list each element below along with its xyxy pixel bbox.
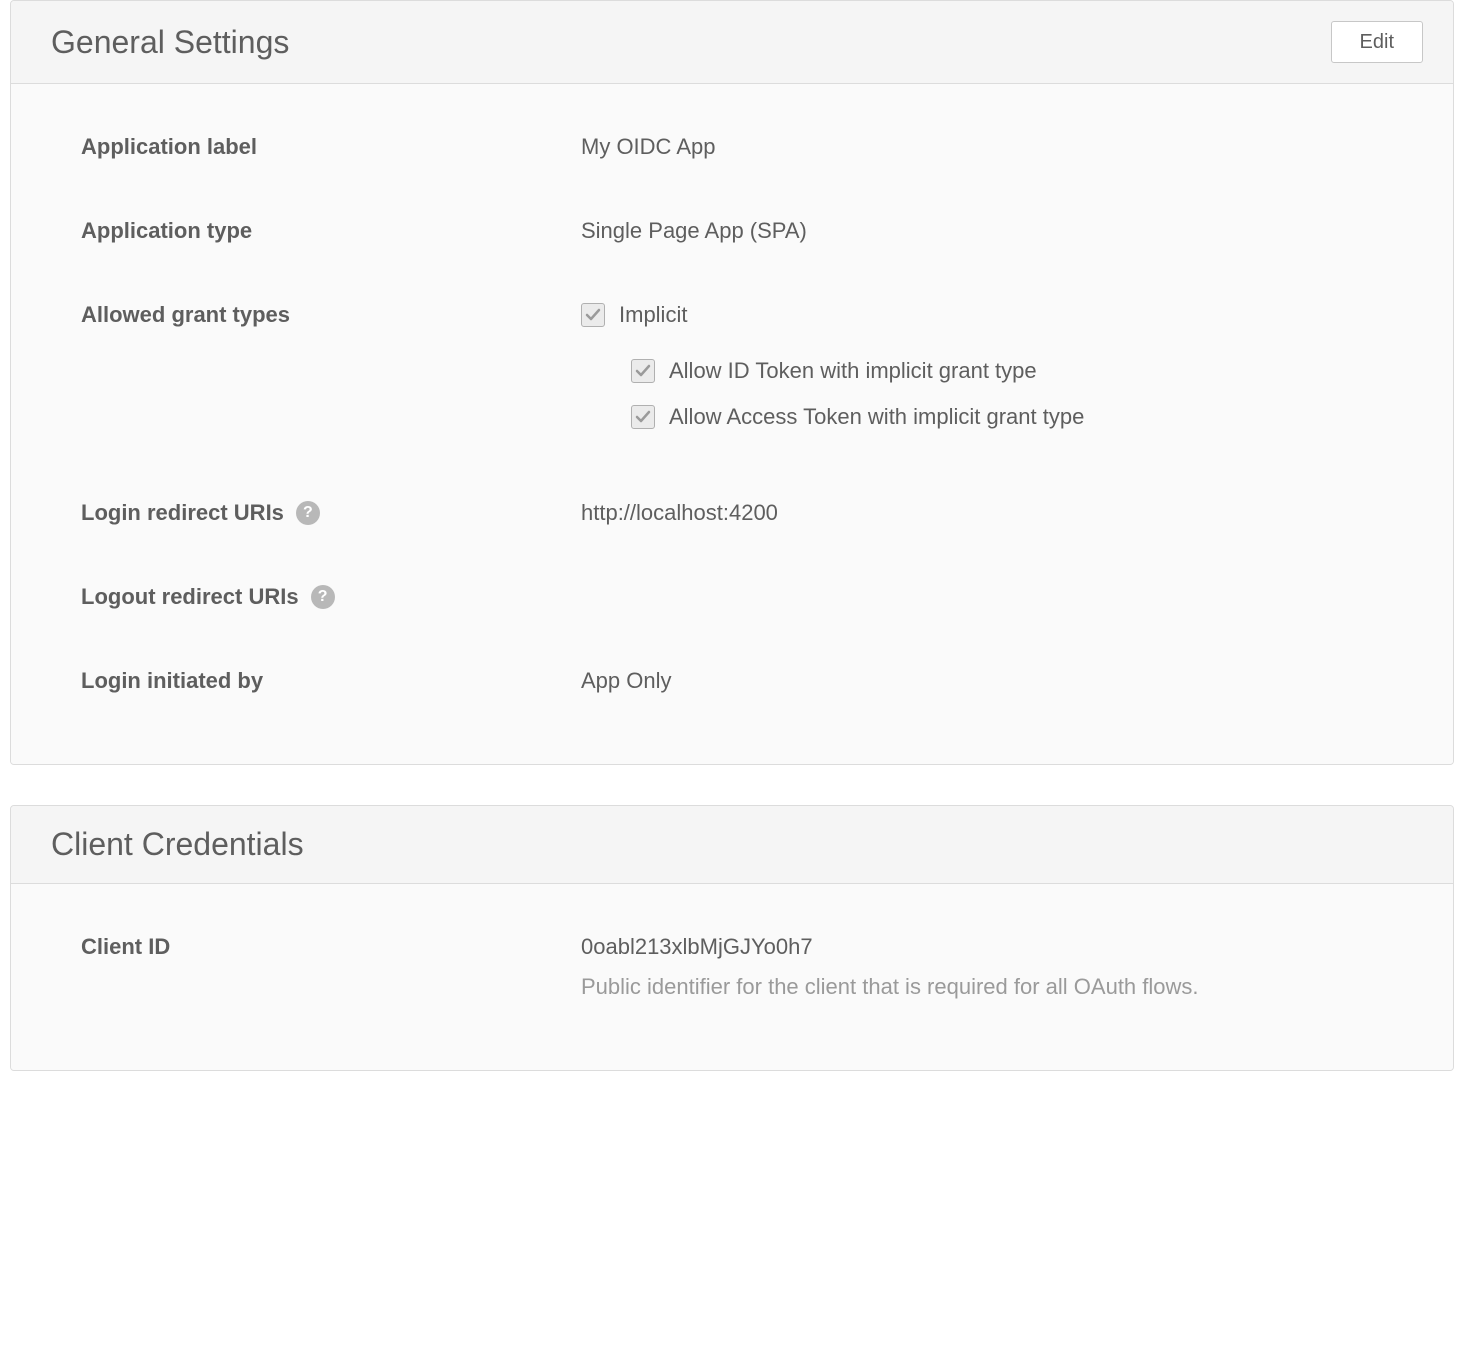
grant-type-implicit: Implicit (581, 302, 1383, 328)
allow-id-token-label: Allow ID Token with implicit grant type (669, 358, 1037, 384)
help-icon[interactable]: ? (296, 501, 320, 525)
help-icon[interactable]: ? (311, 585, 335, 609)
checkbox-checked-icon (581, 303, 605, 327)
grant-type-subchecks: Allow ID Token with implicit grant type … (631, 358, 1383, 430)
login-initiated-label: Login initiated by (81, 668, 581, 694)
allow-access-token-label: Allow Access Token with implicit grant t… (669, 404, 1084, 430)
application-label-label: Application label (81, 134, 581, 160)
client-credentials-body: Client ID 0oabl213xlbMjGJYo0h7 Public id… (11, 884, 1453, 1070)
logout-redirect-row: Logout redirect URIs ? (81, 584, 1383, 610)
general-settings-body: Application label My OIDC App Applicatio… (11, 84, 1453, 764)
allowed-grant-types-value: Implicit Allow ID Token with implicit gr… (581, 302, 1383, 430)
allow-access-token-row: Allow Access Token with implicit grant t… (631, 404, 1383, 430)
grant-type-implicit-label: Implicit (619, 302, 687, 328)
client-credentials-panel: Client Credentials Client ID 0oabl213xlb… (10, 805, 1454, 1071)
checkbox-checked-icon (631, 405, 655, 429)
login-redirect-row: Login redirect URIs ? http://localhost:4… (81, 500, 1383, 526)
client-id-row: Client ID 0oabl213xlbMjGJYo0h7 Public id… (81, 934, 1383, 1000)
application-type-row: Application type Single Page App (SPA) (81, 218, 1383, 244)
client-id-value-block: 0oabl213xlbMjGJYo0h7 Public identifier f… (581, 934, 1383, 1000)
application-type-label: Application type (81, 218, 581, 244)
client-credentials-header: Client Credentials (11, 806, 1453, 884)
login-initiated-row: Login initiated by App Only (81, 668, 1383, 694)
application-label-value: My OIDC App (581, 134, 1383, 160)
general-settings-header: General Settings Edit (11, 1, 1453, 84)
login-initiated-value: App Only (581, 668, 1383, 694)
client-id-value: 0oabl213xlbMjGJYo0h7 (581, 934, 1383, 960)
client-id-help-text: Public identifier for the client that is… (581, 974, 1383, 1000)
allowed-grant-types-label: Allowed grant types (81, 302, 581, 328)
checkbox-checked-icon (631, 359, 655, 383)
application-label-row: Application label My OIDC App (81, 134, 1383, 160)
client-id-label: Client ID (81, 934, 581, 960)
login-redirect-value: http://localhost:4200 (581, 500, 1383, 526)
allowed-grant-types-row: Allowed grant types Implicit Al (81, 302, 1383, 430)
allow-id-token-row: Allow ID Token with implicit grant type (631, 358, 1383, 384)
logout-redirect-label: Logout redirect URIs ? (81, 584, 581, 610)
general-settings-panel: General Settings Edit Application label … (10, 0, 1454, 765)
edit-button[interactable]: Edit (1331, 21, 1423, 63)
application-type-value: Single Page App (SPA) (581, 218, 1383, 244)
general-settings-title: General Settings (51, 24, 289, 61)
client-credentials-title: Client Credentials (51, 826, 304, 863)
login-redirect-label: Login redirect URIs ? (81, 500, 581, 526)
